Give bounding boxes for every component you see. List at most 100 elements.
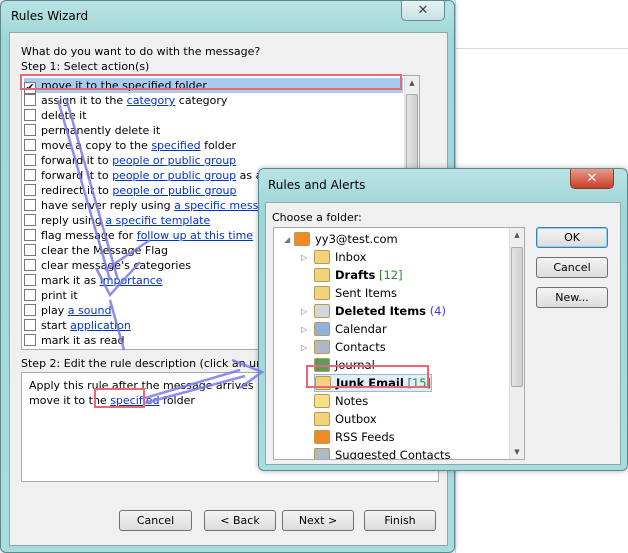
action-item[interactable]: mark it as importance: [24, 273, 163, 288]
folder-item[interactable]: Calendar: [314, 320, 387, 338]
folder-item[interactable]: Deleted Items (4): [314, 302, 446, 320]
checkbox[interactable]: [24, 184, 36, 196]
folder-item[interactable]: RSS Feeds: [314, 428, 395, 446]
checkbox[interactable]: [24, 94, 36, 106]
checkbox[interactable]: [24, 154, 36, 166]
action-item[interactable]: permanently delete it: [24, 123, 160, 138]
scroll-up-icon[interactable]: ▲: [510, 231, 524, 239]
checkbox[interactable]: [24, 334, 36, 346]
checkbox[interactable]: [24, 199, 36, 211]
desc-text: folder: [159, 394, 195, 407]
close-button[interactable]: ✕: [401, 1, 445, 21]
action-item[interactable]: clear the Message Flag: [24, 243, 168, 258]
action-item[interactable]: print it: [24, 288, 78, 303]
folder-name: Drafts: [335, 268, 376, 282]
action-item[interactable]: assign it to the category category: [24, 93, 227, 108]
expand-icon[interactable]: ▷: [301, 325, 307, 334]
checkbox[interactable]: [24, 109, 36, 121]
notes-icon: [314, 394, 330, 408]
close-button[interactable]: ✕: [570, 169, 614, 189]
action-link[interactable]: a sound: [68, 304, 112, 317]
folder-item[interactable]: Suggested Contacts: [314, 446, 451, 459]
highlight-box: [306, 365, 429, 388]
checkbox[interactable]: [24, 259, 36, 271]
checkbox[interactable]: [24, 169, 36, 181]
folder-item[interactable]: Outbox: [314, 410, 377, 428]
window-title: Rules and Alerts: [268, 178, 366, 192]
highlight-box: [94, 388, 145, 408]
cancel-button[interactable]: Cancel: [536, 257, 608, 278]
action-item[interactable]: start application: [24, 318, 131, 333]
action-link[interactable]: people or public group: [112, 184, 236, 197]
collapse-icon[interactable]: ◢: [284, 235, 290, 244]
folder-item[interactable]: Notes: [314, 392, 368, 410]
folder-name: Notes: [335, 394, 369, 408]
folder-item[interactable]: yy3@test.com: [294, 230, 398, 248]
checkbox[interactable]: [24, 124, 36, 136]
step1-label: Step 1: Select action(s): [21, 60, 150, 73]
expand-icon[interactable]: ▷: [301, 343, 307, 352]
action-item[interactable]: have server reply using a specific messa…: [24, 198, 279, 213]
ok-button[interactable]: OK: [536, 227, 608, 248]
action-text: category: [175, 94, 228, 107]
checkbox[interactable]: [24, 244, 36, 256]
action-item[interactable]: forward it to people or public group: [24, 153, 236, 168]
action-link[interactable]: follow up at this time: [137, 229, 253, 242]
checkbox[interactable]: [24, 319, 36, 331]
checkbox[interactable]: [24, 139, 36, 151]
checkbox[interactable]: [24, 289, 36, 301]
folder-item[interactable]: Contacts: [314, 338, 386, 356]
action-item[interactable]: play a sound: [24, 303, 111, 318]
action-item[interactable]: clear message's categories: [24, 258, 191, 273]
action-item[interactable]: delete it: [24, 108, 87, 123]
new-folder-button[interactable]: New...: [536, 287, 608, 308]
folder-item[interactable]: Inbox: [314, 248, 366, 266]
action-link[interactable]: a specific template: [105, 214, 210, 227]
finish-button[interactable]: Finish: [364, 510, 436, 531]
next-button[interactable]: Next >: [282, 510, 354, 531]
action-text: reply using: [41, 214, 106, 227]
action-text: clear the Message Flag: [41, 244, 168, 257]
action-item[interactable]: redirect it to people or public group: [24, 183, 236, 198]
action-link[interactable]: application: [70, 319, 131, 332]
choose-folder-label: Choose a folder:: [272, 211, 362, 224]
contacts-icon: [314, 448, 330, 459]
folder-item[interactable]: Drafts [12]: [314, 266, 403, 284]
back-button[interactable]: < Back: [204, 510, 276, 531]
action-link[interactable]: importance: [100, 274, 163, 287]
checkbox[interactable]: [24, 214, 36, 226]
action-text: redirect it to: [41, 184, 113, 197]
scroll-up-icon[interactable]: ▲: [405, 79, 419, 87]
rss-icon: [314, 430, 330, 444]
action-text: start: [41, 319, 71, 332]
scroll-thumb[interactable]: [511, 247, 523, 387]
folder-tree[interactable]: ▲ ▼ ◢ yy3@test.com ▷ Inbox Drafts [12] Sent I…: [273, 227, 525, 460]
expand-icon[interactable]: ▷: [301, 253, 307, 262]
action-text: print it: [41, 289, 78, 302]
rules-and-alerts-window: Rules and Alerts ✕ Choose a folder: ▲ ▼ …: [258, 168, 628, 471]
checkbox[interactable]: [24, 229, 36, 241]
action-item[interactable]: mark it as read: [24, 333, 124, 348]
action-item[interactable]: flag message for follow up at this time: [24, 228, 253, 243]
action-text: mark it as read: [41, 334, 125, 347]
action-item[interactable]: reply using a specific template: [24, 213, 210, 228]
action-link[interactable]: category: [127, 94, 176, 107]
action-link[interactable]: specified: [151, 139, 200, 152]
action-text: flag message for: [41, 229, 137, 242]
cancel-button[interactable]: Cancel: [119, 510, 192, 531]
folder-item[interactable]: Sent Items: [314, 284, 397, 302]
folder-name: Deleted Items: [335, 304, 427, 318]
scrollbar[interactable]: ▲ ▼: [509, 228, 524, 459]
checkbox[interactable]: [24, 274, 36, 286]
checkbox[interactable]: [24, 304, 36, 316]
action-text: assign it to the: [41, 94, 127, 107]
unread-count: (4): [429, 304, 446, 318]
folder-name: Calendar: [335, 322, 387, 336]
action-item[interactable]: move a copy to the specified folder: [24, 138, 236, 153]
action-link[interactable]: people or public group: [112, 154, 236, 167]
expand-icon[interactable]: ▷: [301, 307, 307, 316]
action-link[interactable]: people or public group: [112, 169, 236, 182]
scroll-down-icon[interactable]: ▼: [510, 448, 524, 456]
action-text: clear message's categories: [41, 259, 191, 272]
folder-name: Sent Items: [335, 286, 397, 300]
